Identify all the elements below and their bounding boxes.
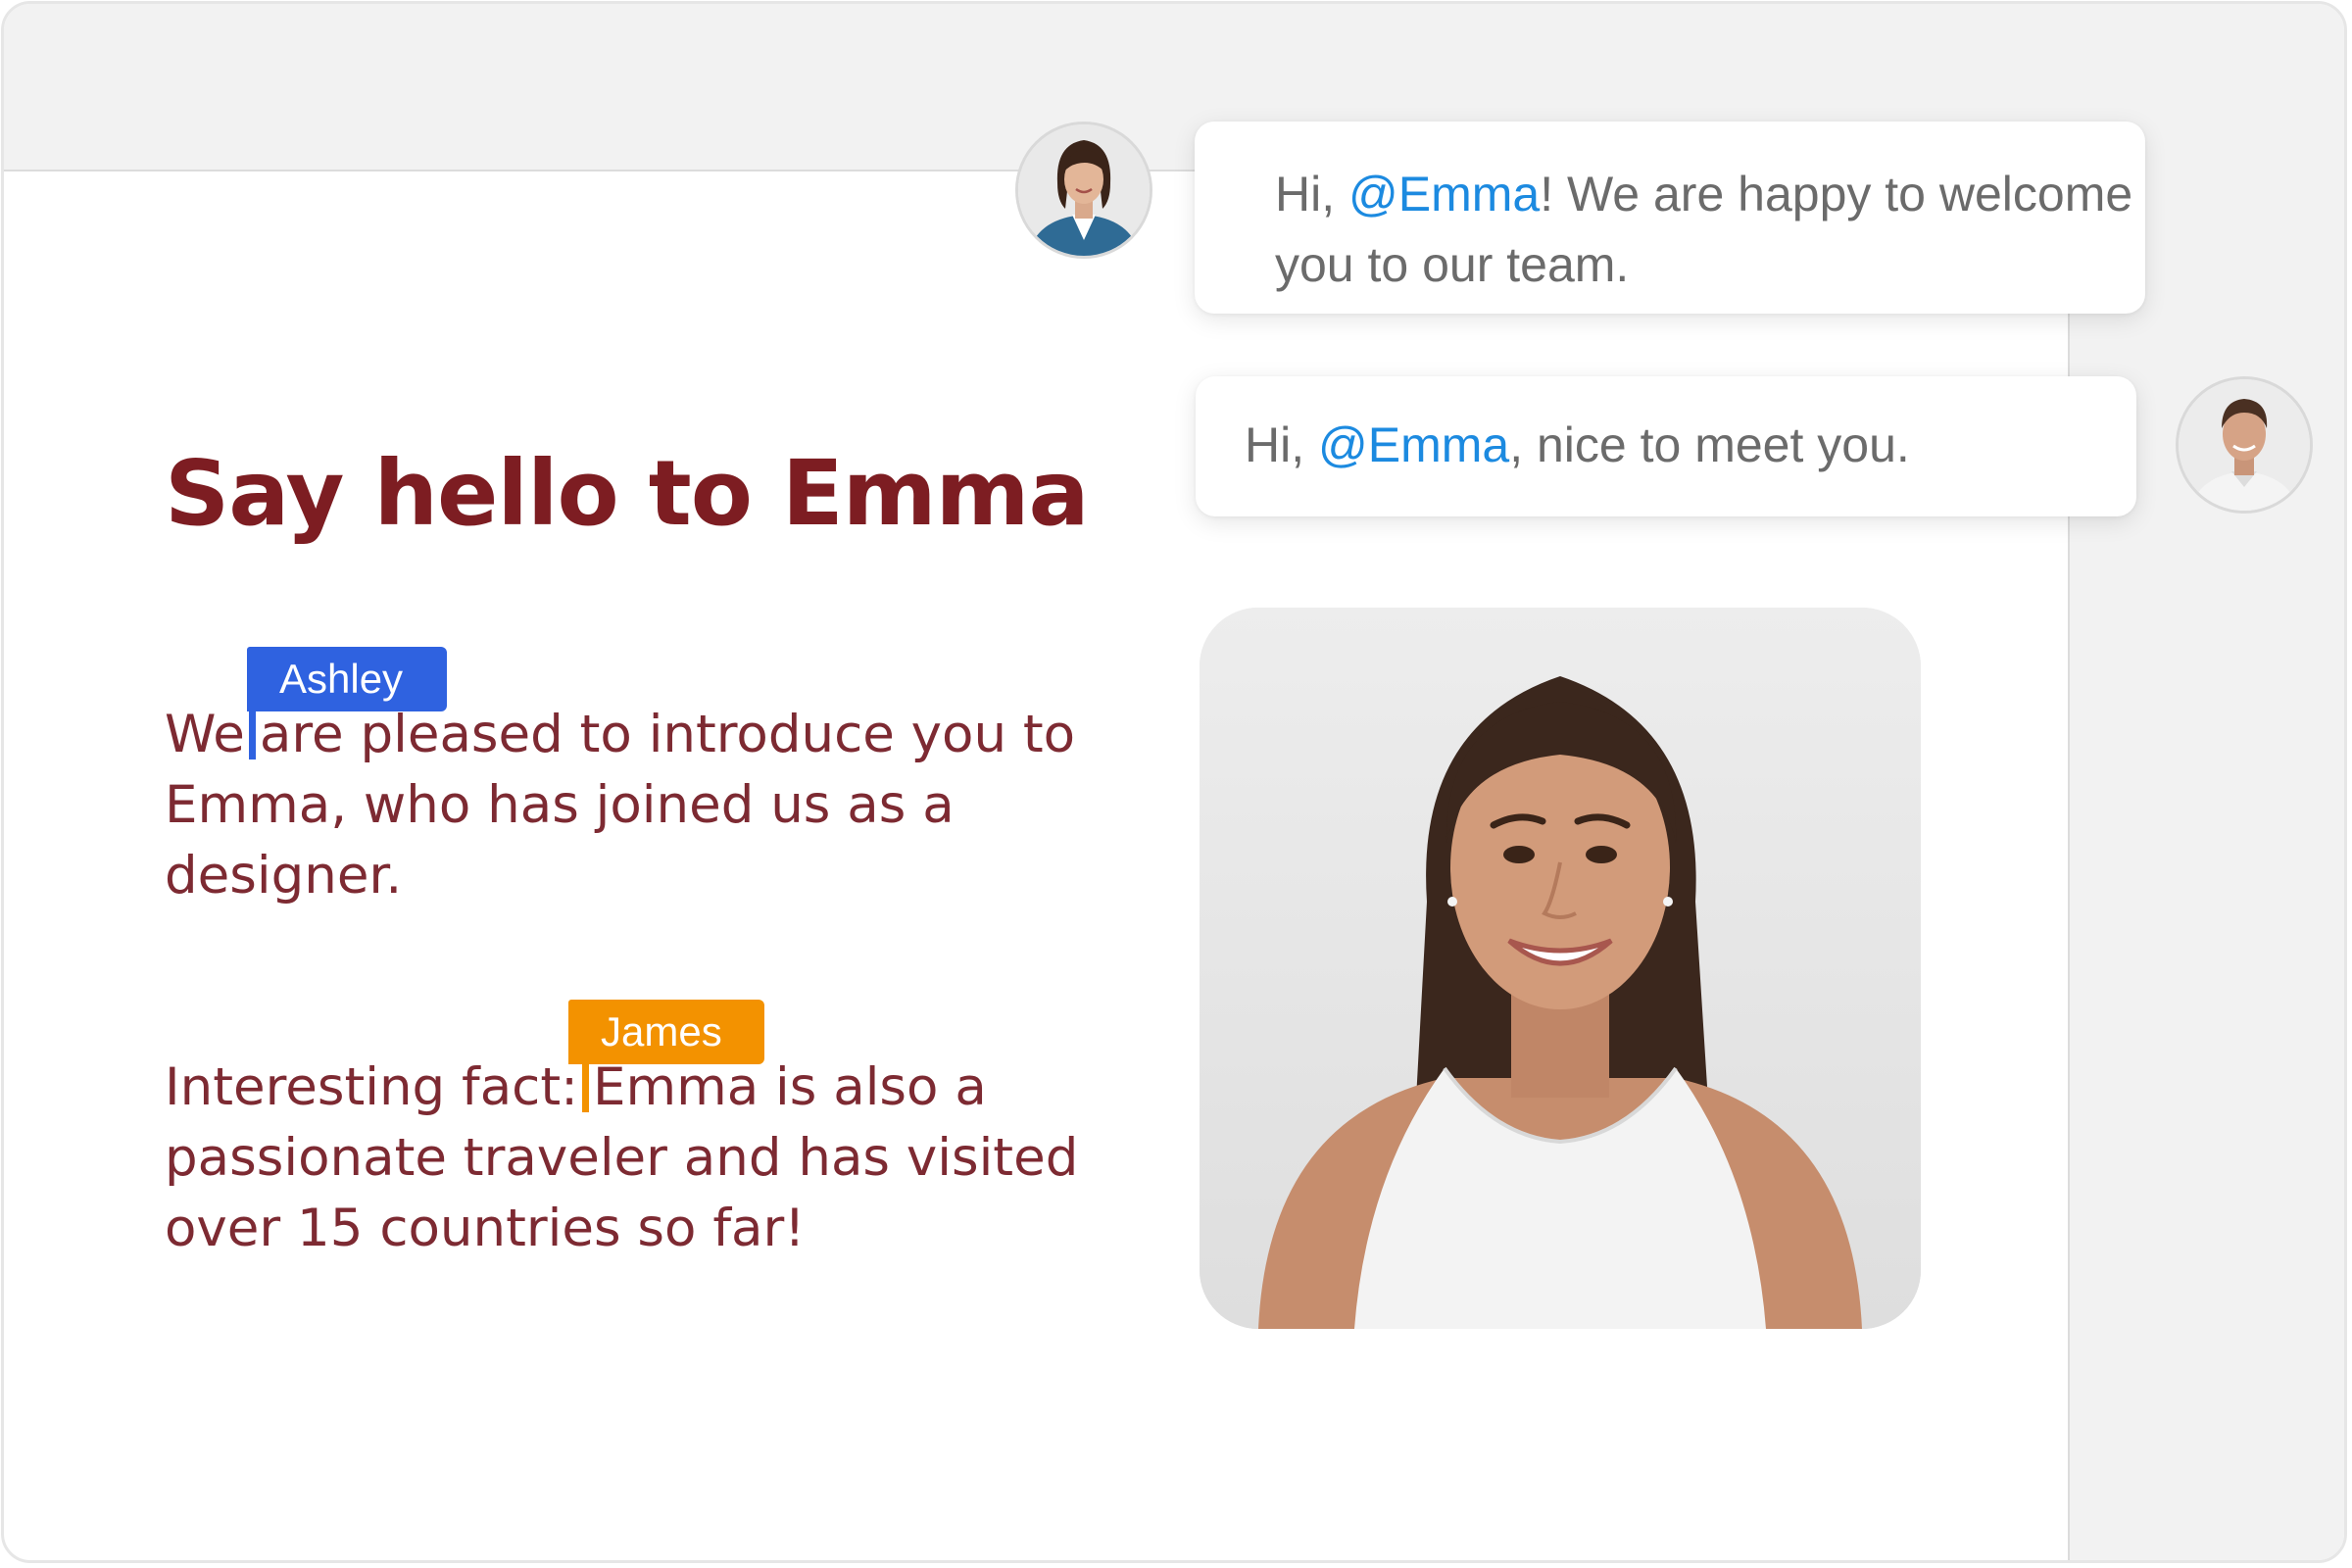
- collaborator-label-james: James: [568, 1000, 764, 1064]
- woman-avatar-icon: [1018, 124, 1150, 256]
- mention-link[interactable]: @Emma: [1348, 167, 1540, 221]
- paragraph-text-before-cursor: Interesting fact:: [165, 1057, 578, 1117]
- paragraph-text-before-cursor: We: [165, 705, 245, 764]
- mention-link[interactable]: @Emma: [1318, 417, 1509, 472]
- document-paragraph-intro[interactable]: We are pleased to introduce you to Emma, …: [165, 700, 1096, 911]
- comment-text: , nice to meet you.: [1509, 417, 1910, 472]
- man-avatar[interactable]: [2176, 376, 2313, 514]
- paragraph-text-after-cursor: are pleased to introduce you to Emma, wh…: [165, 705, 1076, 906]
- man-avatar-icon: [2179, 379, 2310, 511]
- document-paragraph-fact[interactable]: Interesting fact: Emma is also a passiona…: [165, 1053, 1096, 1264]
- comment-text: Hi,: [1275, 167, 1348, 221]
- comment-bubble-greeting[interactable]: Hi, @Emma, nice to meet you.: [1196, 376, 2136, 516]
- comment-bubble-welcome[interactable]: Hi, @Emma! We are happy to welcome you t…: [1195, 122, 2145, 314]
- woman-avatar[interactable]: [1015, 122, 1152, 259]
- comment-text: Hi,: [1245, 417, 1318, 472]
- portrait-photo-icon: [1200, 608, 1921, 1329]
- portrait-photo: [1200, 608, 1921, 1329]
- collaborator-label-ashley: Ashley: [247, 647, 447, 711]
- document-title[interactable]: Say hello to Emma: [165, 441, 1090, 546]
